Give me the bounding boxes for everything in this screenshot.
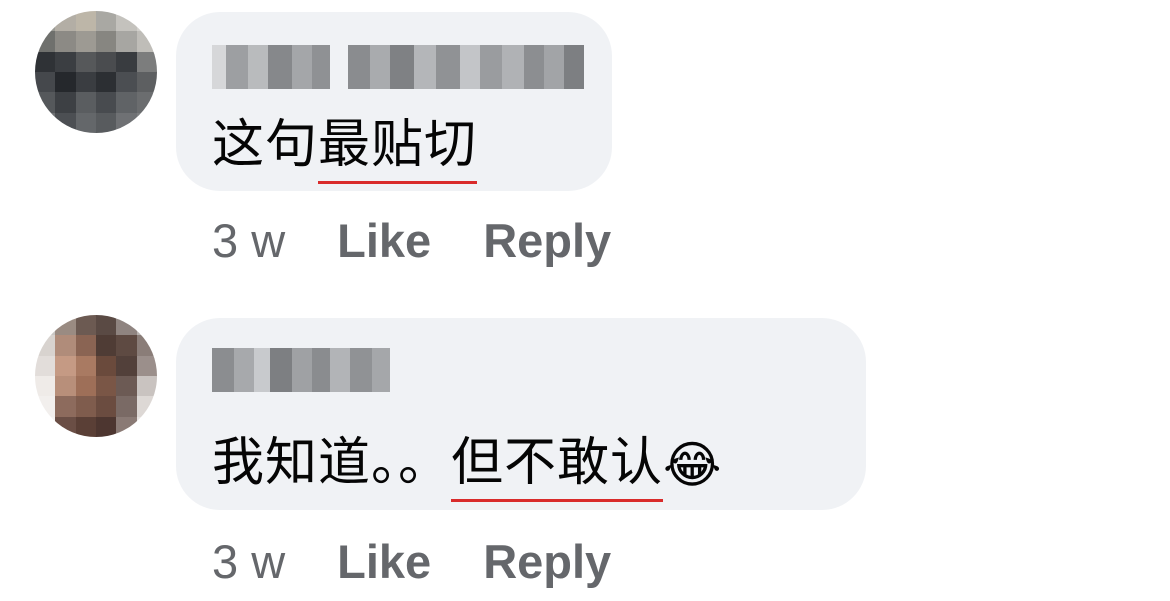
comment-text-plain: 我知道。。: [212, 433, 452, 493]
author-name-redacted[interactable]: [212, 348, 390, 392]
like-button[interactable]: Like: [337, 214, 431, 267]
avatar[interactable]: [35, 315, 157, 437]
timestamp[interactable]: 3 w: [212, 214, 285, 267]
comment-text-underlined: 但不敢认: [451, 433, 664, 502]
reply-button[interactable]: Reply: [483, 535, 611, 588]
comment-text-plain: 这句: [212, 115, 319, 175]
comment-actions: 3 w Like Reply: [212, 534, 663, 589]
reply-button[interactable]: Reply: [483, 214, 611, 267]
like-button[interactable]: Like: [337, 535, 431, 588]
comment-actions: 3 w Like Reply: [212, 213, 663, 268]
comment-bubble: 我知道。。但不敢认😂: [176, 318, 866, 510]
comment-text: 这句最贴切: [212, 115, 478, 184]
avatar[interactable]: [35, 11, 157, 133]
comment-text-underlined: 最贴切: [318, 115, 478, 184]
laughing-tears-emoji-icon: 😂: [663, 436, 723, 494]
timestamp[interactable]: 3 w: [212, 535, 285, 588]
comment-bubble: 这句最贴切: [176, 12, 612, 191]
author-name-redacted[interactable]: [212, 45, 584, 89]
comment-text: 我知道。。但不敢认😂: [212, 433, 723, 502]
